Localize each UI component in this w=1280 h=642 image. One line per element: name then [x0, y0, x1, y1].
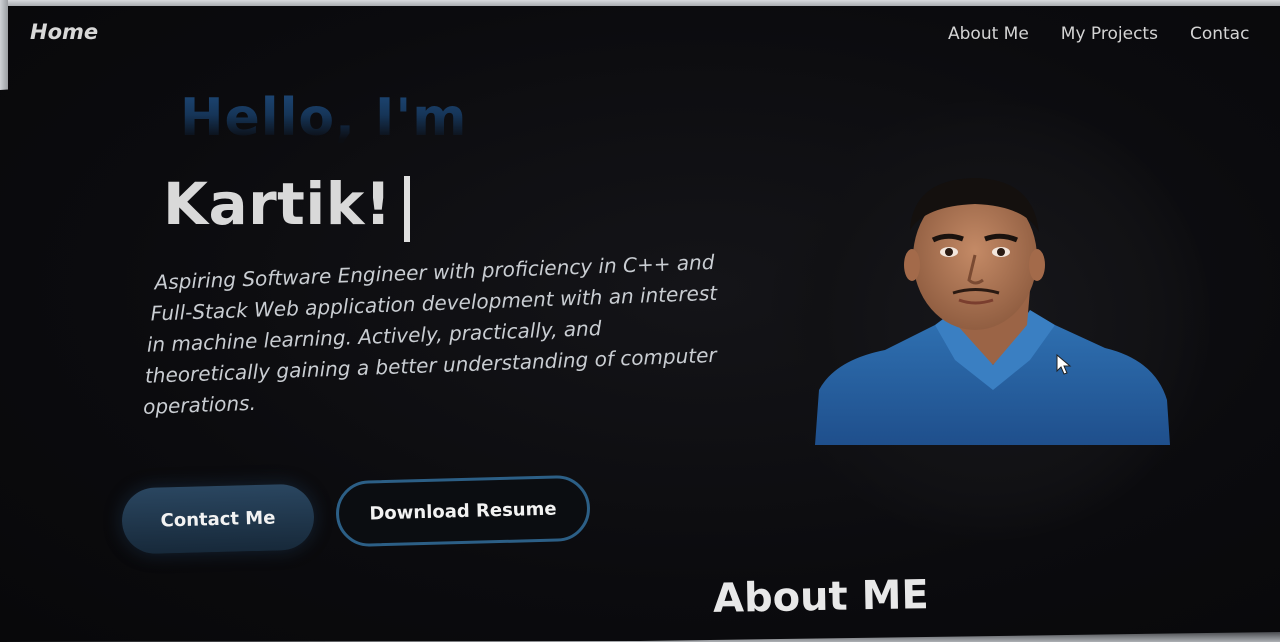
mouse-pointer-icon	[1056, 354, 1072, 375]
top-nav: About Me My Projects Contac	[948, 24, 1249, 44]
nav-link-contact[interactable]: Contac	[1190, 24, 1249, 44]
typing-caret	[404, 176, 410, 242]
nav-home-link[interactable]: Home	[30, 20, 98, 44]
download-resume-button[interactable]: Download Resume	[335, 474, 591, 548]
nav-link-about-me[interactable]: About Me	[948, 24, 1029, 44]
portfolio-page: Home About Me My Projects Contac Hello, …	[0, 0, 1280, 642]
about-section-heading: About ME	[712, 572, 930, 622]
hero-name: Kartik!	[163, 170, 392, 238]
hero-bio: Aspiring Software Engineer with proficie…	[138, 245, 783, 423]
hero-greeting: Hello, I'm	[180, 88, 468, 148]
nav-link-my-projects[interactable]: My Projects	[1061, 24, 1158, 44]
monitor-bezel-bottom	[0, 632, 1280, 642]
profile-photo	[815, 178, 1170, 445]
monitor-bezel-top	[0, 0, 1280, 6]
monitor-bezel-left	[0, 0, 8, 91]
contact-me-button[interactable]: Contact Me	[121, 483, 315, 555]
